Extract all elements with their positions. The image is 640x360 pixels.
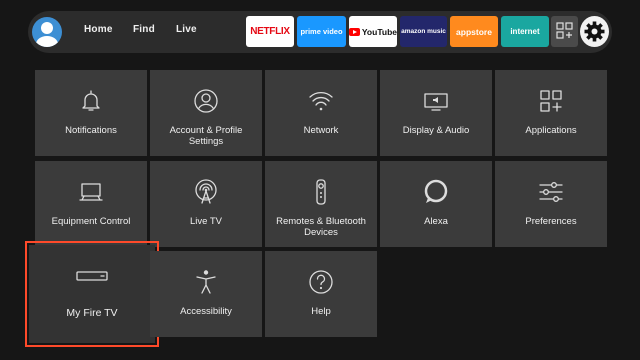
tile-label: Help [311,306,331,317]
tile-account-profile[interactable]: Account & Profile Settings [150,70,262,156]
wifi-icon [265,88,377,114]
amazon-music-app-tile[interactable]: amazon music [400,16,447,47]
tile-label: Display & Audio [402,125,470,136]
tile-label: Accessibility [180,306,232,317]
tile-remotes-bluetooth[interactable]: Remotes & Bluetooth Devices [265,161,377,247]
display-audio-icon [380,88,492,114]
tile-help[interactable]: Help [265,251,377,337]
alexa-icon [380,179,492,205]
tile-label: Equipment Control [51,216,131,227]
profile-avatar-icon[interactable] [32,17,62,47]
youtube-app-tile[interactable]: YouTube [349,16,397,47]
tile-accessibility[interactable]: Accessibility [150,251,262,337]
tile-label: Applications [525,125,577,136]
bell-icon [35,88,147,114]
prime-video-app-tile[interactable]: prime video [297,16,346,47]
youtube-play-icon [349,27,360,36]
tile-label: Remotes & Bluetooth Devices [276,216,366,238]
nav-find-link[interactable]: Find [133,24,155,35]
antenna-icon [150,179,262,205]
remote-icon [265,179,377,205]
internet-app-tile[interactable]: internet [501,16,549,47]
tile-live-tv[interactable]: Live TV [150,161,262,247]
netflix-logo: NETFLIX [250,26,290,37]
accessibility-icon [150,269,262,295]
tile-label: Account & Profile Settings [169,125,243,147]
nav-live-link[interactable]: Live [176,24,197,35]
amazon-music-logo: amazon music [401,28,446,35]
appstore-logo: appstore [456,26,492,37]
tile-display-audio[interactable]: Display & Audio [380,70,492,156]
tile-preferences[interactable]: Preferences [495,161,607,247]
youtube-logo: YouTube [361,26,397,37]
prime-video-logo: prime video [300,27,343,36]
tile-notifications[interactable]: Notifications [35,70,147,156]
sliders-icon [495,179,607,205]
tile-label: Notifications [65,125,117,136]
tile-alexa[interactable]: Alexa [380,161,492,247]
computer-icon [35,179,147,205]
profile-icon [150,88,262,114]
tile-my-fire-tv[interactable]: My Fire TV [25,241,159,347]
internet-logo: internet [510,27,540,36]
tile-label: My Fire TV [66,307,118,319]
tile-label: Network [303,125,339,136]
tile-label: Preferences [525,216,577,227]
applications-icon [495,88,607,114]
tile-equipment-control[interactable]: Equipment Control [35,161,147,247]
tile-applications[interactable]: Applications [495,70,607,156]
apps-grid-icon [556,22,573,39]
apps-grid-button[interactable] [551,16,578,47]
help-icon [265,269,377,295]
appstore-app-tile[interactable]: appstore [450,16,498,47]
tile-label: Live TV [189,216,223,227]
tile-label: Alexa [424,216,448,227]
fire-tv-stick-icon [29,269,155,283]
tile-network[interactable]: Network [265,70,377,156]
nav-home-link[interactable]: Home [84,24,113,35]
settings-button[interactable] [580,16,609,47]
netflix-app-tile[interactable]: NETFLIX [246,16,294,47]
gear-icon [584,21,605,42]
